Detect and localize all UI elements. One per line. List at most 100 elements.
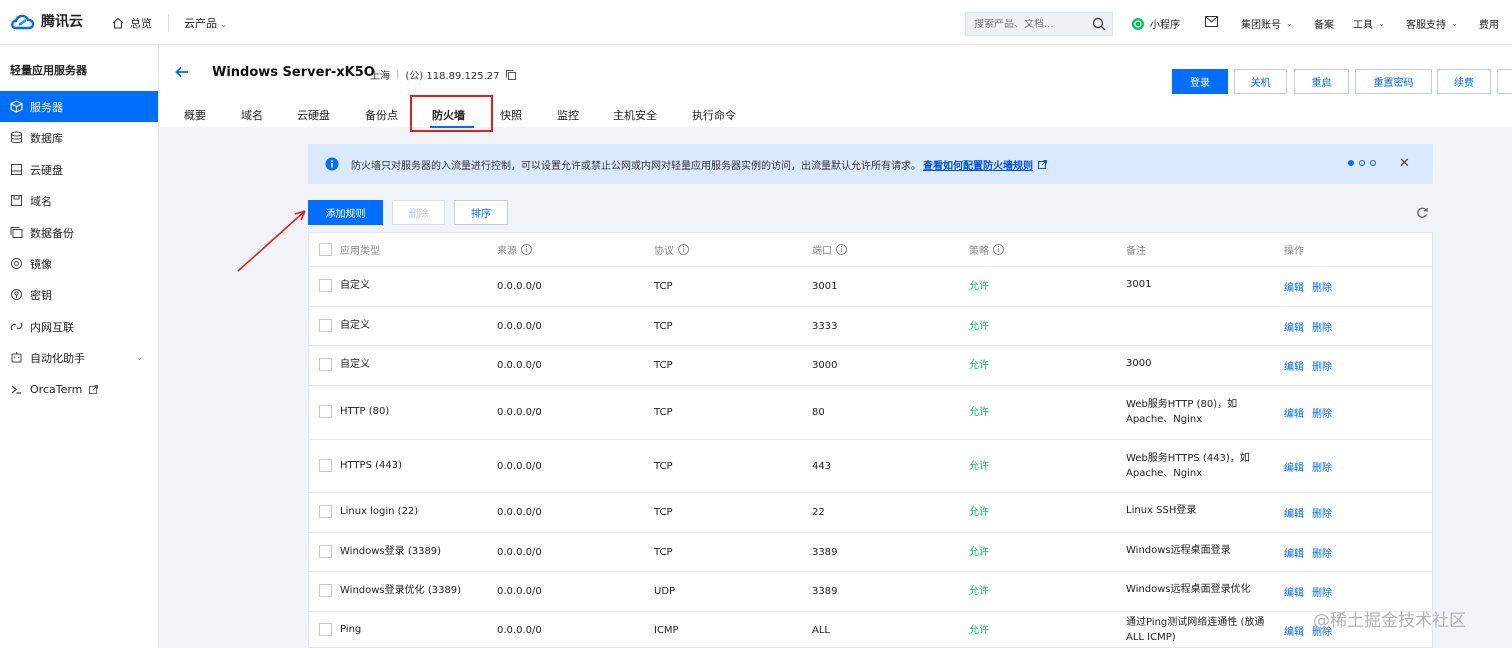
carousel-dot[interactable] xyxy=(1370,160,1376,166)
nav-products[interactable]: 云产品 ⌄ xyxy=(184,15,227,31)
tools-menu[interactable]: 工具 ⌄ xyxy=(1353,16,1385,31)
cell-note: Windows远程桌面登录优化 xyxy=(1126,584,1251,595)
tab-snapshot[interactable]: 快照 xyxy=(500,107,522,123)
sidebar-item-image[interactable]: 镜像 xyxy=(0,248,158,279)
carousel-dot[interactable] xyxy=(1348,160,1354,166)
delete-link[interactable]: 删除 xyxy=(1312,358,1332,373)
cell-protocol: TCP xyxy=(654,546,673,558)
chevron-down-icon: ⌄ xyxy=(220,20,228,29)
sidebar-item-orcaterm[interactable]: OrcaTerm xyxy=(0,374,158,405)
search-icon[interactable] xyxy=(1092,17,1106,31)
server-region: 上海 xyxy=(370,71,390,82)
reset-password-button[interactable]: 重置密码 xyxy=(1355,69,1432,94)
group-account-menu[interactable]: 集团账号 ⌄ xyxy=(1241,16,1293,31)
row-checkbox[interactable] xyxy=(319,505,332,518)
refresh-icon[interactable] xyxy=(1416,206,1429,219)
mail-icon xyxy=(1205,16,1218,27)
image-icon xyxy=(11,258,22,269)
cell-source: 0.0.0.0/0 xyxy=(497,586,542,597)
row-checkbox[interactable] xyxy=(319,318,332,332)
cell-type: Linux login (22) xyxy=(340,506,419,517)
delete-button[interactable]: 删除 xyxy=(392,200,445,225)
support-menu[interactable]: 客服支持 ⌄ xyxy=(1406,16,1458,31)
message-button[interactable] xyxy=(1205,16,1218,27)
beian-link[interactable]: 备案 xyxy=(1314,16,1334,31)
row-checkbox[interactable] xyxy=(319,544,332,558)
delete-link[interactable]: 删除 xyxy=(1312,584,1332,599)
sidebar-item-key[interactable]: 密钥 xyxy=(0,279,158,310)
divider: | xyxy=(396,69,400,80)
edit-link[interactable]: 编辑 xyxy=(1284,505,1304,520)
cell-source: 0.0.0.0/0 xyxy=(497,281,542,292)
add-rule-button[interactable]: 添加规则 xyxy=(308,200,383,225)
back-arrow-icon[interactable] xyxy=(175,65,189,79)
login-button[interactable]: 登录 xyxy=(1172,69,1228,94)
search-input[interactable] xyxy=(974,18,1094,30)
billing-menu[interactable]: 费用 xyxy=(1479,16,1499,31)
info-circle-icon[interactable]: i xyxy=(678,244,689,255)
tab-cloud-disk[interactable]: 云硬盘 xyxy=(297,107,330,123)
sidebar-item-automation[interactable]: 自动化助手 ⌄ xyxy=(0,342,158,373)
sidebar-item-database[interactable]: 数据库 xyxy=(0,122,158,153)
tab-run-command[interactable]: 执行命令 xyxy=(692,107,736,123)
notice-help-link[interactable]: 查看如何配置防火墙规则 xyxy=(923,157,1033,172)
row-actions: 编辑 删除 xyxy=(1284,358,1332,373)
tab-backup-point[interactable]: 备份点 xyxy=(365,107,398,123)
carousel-dots xyxy=(1348,160,1376,166)
close-icon[interactable]: ✕ xyxy=(1399,156,1410,171)
tab-overview[interactable]: 概要 xyxy=(184,107,206,123)
row-checkbox[interactable] xyxy=(319,623,332,636)
divider xyxy=(168,14,169,32)
tab-host-security[interactable]: 主机安全 xyxy=(613,107,657,123)
brand-name: 腾讯云 xyxy=(41,14,83,30)
renew-button[interactable]: 续费 xyxy=(1437,69,1491,94)
external-link-icon[interactable] xyxy=(1038,159,1047,169)
row-checkbox[interactable] xyxy=(319,405,332,418)
edit-link[interactable]: 编辑 xyxy=(1284,358,1304,373)
sidebar-item-backup[interactable]: 数据备份 xyxy=(0,217,158,248)
info-circle-icon[interactable]: i xyxy=(836,244,847,255)
row-checkbox[interactable] xyxy=(319,279,332,292)
edit-link[interactable]: 编辑 xyxy=(1284,545,1304,560)
cell-protocol: UDP xyxy=(654,586,676,597)
search-box[interactable] xyxy=(965,12,1113,36)
sort-button[interactable]: 排序 xyxy=(454,200,508,225)
delete-link[interactable]: 删除 xyxy=(1312,319,1332,334)
sidebar-item-cloud-disk[interactable]: 云硬盘 xyxy=(0,154,158,185)
info-circle-icon[interactable]: i xyxy=(521,244,532,255)
edit-link[interactable]: 编辑 xyxy=(1284,319,1304,334)
chevron-down-icon: ⌄ xyxy=(1451,19,1458,28)
sidebar-item-server[interactable]: 服务器 xyxy=(0,91,158,122)
sidebar-item-domain[interactable]: 域名 xyxy=(0,185,158,216)
row-actions: 编辑 删除 xyxy=(1284,405,1332,420)
row-divider xyxy=(309,532,1432,533)
mini-program-link[interactable]: 小程序 xyxy=(1131,16,1180,31)
copy-icon[interactable] xyxy=(505,69,516,80)
edit-link[interactable]: 编辑 xyxy=(1284,623,1304,638)
terminal-icon xyxy=(11,385,21,394)
row-checkbox[interactable] xyxy=(319,358,332,371)
delete-link[interactable]: 删除 xyxy=(1312,405,1332,420)
brand-logo[interactable]: 腾讯云 xyxy=(10,11,83,31)
sidebar-item-intranet[interactable]: 内网互联 xyxy=(0,311,158,342)
delete-link[interactable]: 删除 xyxy=(1312,545,1332,560)
delete-link[interactable]: 删除 xyxy=(1312,459,1332,474)
row-checkbox[interactable] xyxy=(319,584,332,597)
row-divider xyxy=(309,266,1432,267)
shutdown-button[interactable]: 关机 xyxy=(1234,69,1287,94)
delete-link[interactable]: 删除 xyxy=(1312,505,1332,520)
select-all-checkbox[interactable] xyxy=(319,243,332,256)
row-checkbox[interactable] xyxy=(319,458,332,472)
edit-link[interactable]: 编辑 xyxy=(1284,279,1304,294)
edit-link[interactable]: 编辑 xyxy=(1284,405,1304,420)
carousel-dot[interactable] xyxy=(1359,160,1365,166)
nav-overview[interactable]: 总览 xyxy=(112,15,152,31)
edit-link[interactable]: 编辑 xyxy=(1284,584,1304,599)
info-circle-icon[interactable]: i xyxy=(993,244,1004,255)
tab-domain[interactable]: 域名 xyxy=(241,107,263,123)
more-button[interactable] xyxy=(1497,69,1512,94)
tab-monitor[interactable]: 监控 xyxy=(557,107,579,123)
edit-link[interactable]: 编辑 xyxy=(1284,459,1304,474)
restart-button[interactable]: 重启 xyxy=(1294,69,1349,94)
delete-link[interactable]: 删除 xyxy=(1312,279,1332,294)
